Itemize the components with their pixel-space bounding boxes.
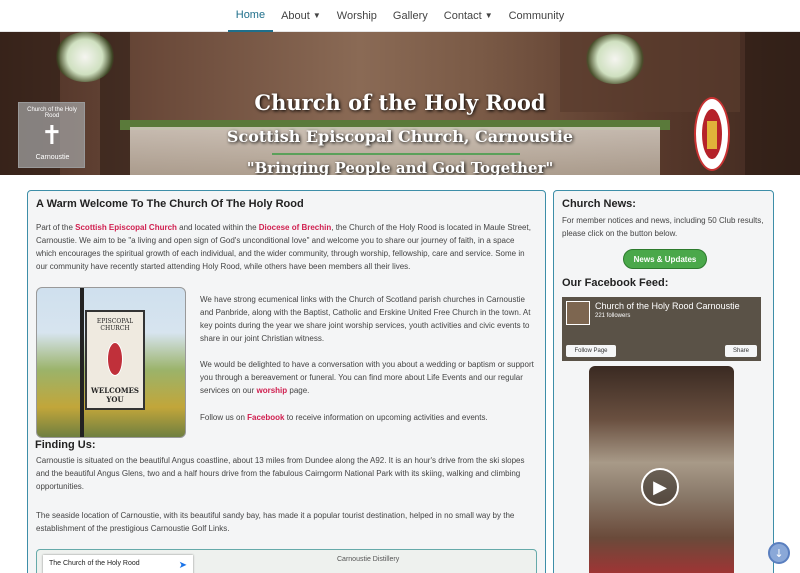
diocese-brechin-link[interactable]: Diocese of Brechin bbox=[259, 223, 331, 232]
directions-icon[interactable]: ➤ bbox=[179, 560, 187, 571]
follow-text: Follow us on bbox=[200, 413, 248, 422]
follow-paragraph: Follow us on Facebook to receive informa… bbox=[200, 411, 535, 424]
church-news-text: For member notices and news, including 5… bbox=[562, 216, 764, 238]
nav-worship-label: Worship bbox=[336, 9, 377, 22]
follow-text: to receive information on upcoming activ… bbox=[284, 413, 488, 422]
chevron-down-icon: ▼ bbox=[312, 11, 321, 20]
map-info-card: The Church of the Holy Rood ➤ bbox=[43, 555, 193, 573]
finding-paragraph-1: Carnoustie is situated on the beautiful … bbox=[36, 456, 525, 491]
sign-post bbox=[80, 288, 84, 437]
sign-bottom-text: WELCOMES YOU bbox=[91, 386, 139, 404]
facebook-page-avatar bbox=[566, 301, 590, 325]
welcome-heading: A Warm Welcome To The Church Of The Holy… bbox=[36, 198, 304, 210]
play-icon[interactable]: ▶ bbox=[641, 468, 679, 506]
intro-text: Part of the bbox=[36, 223, 76, 232]
news-updates-button[interactable]: News & Updates bbox=[623, 249, 707, 269]
site-tagline: "Bringing People and God Together" bbox=[246, 159, 554, 175]
nav-worship[interactable]: Worship bbox=[329, 0, 385, 32]
facebook-feed-heading: Our Facebook Feed: bbox=[562, 277, 669, 289]
sidebar-card: Church News: For member notices and news… bbox=[553, 190, 774, 573]
hero-banner: Church of the Holy Rood ✝ Carnoustie Chu… bbox=[0, 32, 800, 175]
nav-home-label: Home bbox=[235, 8, 266, 21]
intro-paragraph: Part of the Scottish Episcopal Church an… bbox=[36, 221, 536, 273]
follow-page-button[interactable]: Follow Page bbox=[566, 345, 616, 357]
facebook-followers: 221 followers bbox=[595, 313, 631, 319]
facebook-video[interactable]: ▶ bbox=[589, 366, 734, 573]
chevron-down-icon: ▼ bbox=[484, 11, 493, 20]
facebook-page-header[interactable]: Church of the Holy Rood Carnoustie 221 f… bbox=[562, 297, 761, 361]
nav-community[interactable]: Community bbox=[501, 0, 573, 32]
finding-us-heading: Finding Us: bbox=[35, 439, 96, 451]
church-sign: EPISCOPAL CHURCH WELCOMES YOU bbox=[85, 310, 145, 410]
church-sign-photo: EPISCOPAL CHURCH WELCOMES YOU bbox=[36, 287, 186, 438]
finding-paragraph-2: The seaside location of Carnoustie, with… bbox=[36, 511, 515, 533]
nav-about-label: About bbox=[281, 9, 310, 22]
banner-divider bbox=[272, 153, 520, 155]
site-title: Church of the Holy Rood bbox=[254, 90, 546, 115]
facebook-link[interactable]: Facebook bbox=[247, 413, 284, 422]
scroll-to-top-icon[interactable]: ↓ bbox=[768, 542, 790, 564]
map-place-label: Carnoustie Distillery bbox=[337, 556, 400, 563]
conversation-paragraph: We would be delighted to have a conversa… bbox=[200, 358, 535, 397]
map-card-title: The Church of the Holy Rood bbox=[49, 560, 140, 567]
nav-about[interactable]: About ▼ bbox=[273, 0, 329, 32]
nav-gallery[interactable]: Gallery bbox=[385, 0, 436, 32]
intro-text: and located within the bbox=[176, 223, 259, 232]
location-map[interactable]: Carnoustie Distillery The Church of the … bbox=[36, 549, 537, 573]
church-news-heading: Church News: bbox=[562, 198, 636, 210]
top-nav: Home About ▼ Worship Gallery Contact ▼ Com… bbox=[0, 0, 800, 32]
diocese-crest-icon bbox=[694, 97, 730, 171]
conversation-text: page. bbox=[287, 386, 310, 395]
conversation-text: We would be delighted to have a conversa… bbox=[200, 360, 534, 395]
crest-cross bbox=[707, 121, 717, 149]
welcome-card: A Warm Welcome To The Church Of The Holy… bbox=[27, 190, 546, 573]
nav-community-label: Community bbox=[508, 9, 565, 22]
nav-contact-label: Contact bbox=[443, 9, 482, 22]
nav-gallery-label: Gallery bbox=[392, 9, 428, 22]
nav-home[interactable]: Home bbox=[227, 0, 274, 32]
nav-contact[interactable]: Contact ▼ bbox=[436, 0, 501, 32]
sign-top-text: EPISCOPAL CHURCH bbox=[96, 318, 134, 332]
ecumenical-paragraph: We have strong ecumenical links with the… bbox=[200, 295, 531, 343]
worship-link[interactable]: worship bbox=[256, 386, 287, 395]
share-button[interactable]: Share bbox=[725, 345, 757, 357]
banner-flowers bbox=[55, 32, 115, 82]
facebook-page-name[interactable]: Church of the Holy Rood Carnoustie bbox=[595, 301, 740, 311]
site-subtitle: Scottish Episcopal Church, Carnoustie bbox=[226, 127, 574, 146]
sign-crest bbox=[107, 342, 123, 376]
banner-flowers bbox=[585, 34, 645, 84]
scottish-episcopal-link[interactable]: Scottish Episcopal Church bbox=[75, 223, 177, 232]
